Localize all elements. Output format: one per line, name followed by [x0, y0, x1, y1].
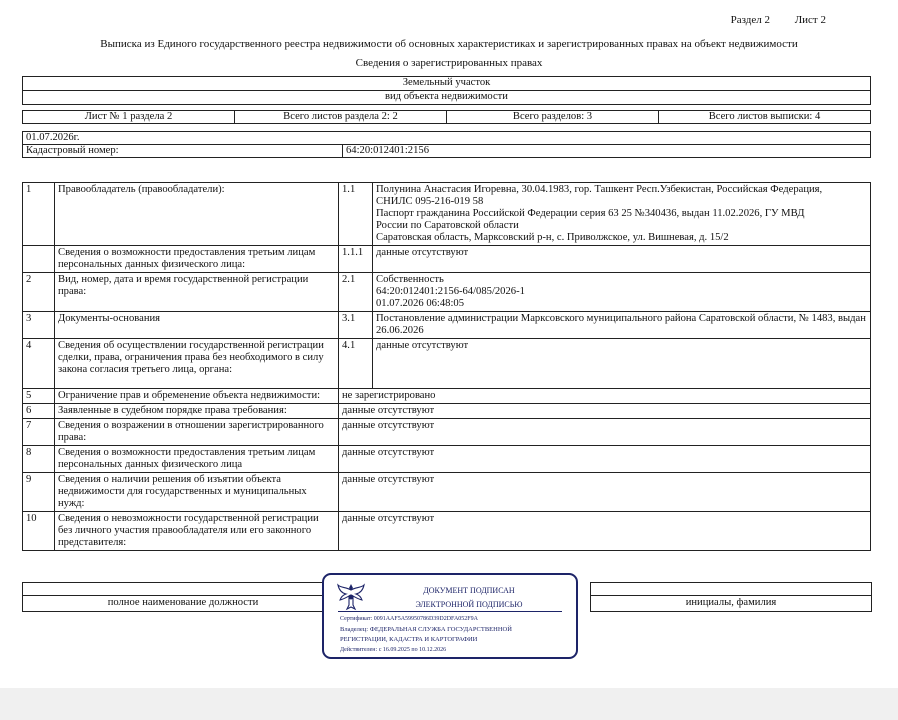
rights-table: 1 Правообладатель (правообладатели): 1.1…: [22, 182, 871, 551]
row-value: данные отсутствуют: [372, 245, 871, 273]
document-subtitle: Сведения о зарегистрированных правах: [355, 57, 543, 69]
stamp-validity: Действителен: с 16.09.2025 по 10.12.2026: [340, 647, 447, 653]
meta-table: 01.07.2026г. Кадастровый номер: 64:20:01…: [22, 131, 871, 158]
table-row: 8 Сведения о возможности предоставления …: [22, 445, 871, 473]
row-subnumber: 4.1: [338, 338, 373, 389]
object-type: Земельный участок: [22, 76, 871, 91]
row-value: данные отсутствуют: [338, 418, 871, 446]
stamp-owner-line1: Владелец: ФЕДЕРАЛЬНАЯ СЛУЖБА ГОСУДАРСТВЕ…: [340, 626, 512, 633]
row-label: Сведения об осуществлении государственно…: [54, 338, 339, 389]
row-subnumber: 1.1: [338, 182, 373, 246]
table-row: 5 Ограничение прав и обременение объекта…: [22, 388, 871, 404]
row-label: Сведения о возражении в отношении зареги…: [54, 418, 339, 446]
row-label: Вид, номер, дата и время государственной…: [54, 272, 339, 312]
table-row: 6 Заявленные в судебном порядке права тр…: [22, 403, 871, 419]
stamp-certificate: Сертификат: 0091AAF5A59950786D39D2DFA052…: [340, 616, 478, 622]
holder-passport-issuer: России по Саратовской области: [376, 220, 519, 231]
registration-datetime: 01.07.2026 06:48:05: [376, 298, 464, 309]
row-number: 3: [22, 311, 55, 339]
row-value: данные отсутствуют: [338, 403, 871, 419]
cadastral-number: 64:20:012401:2156: [342, 144, 871, 158]
table-row: 9 Сведения о наличии решения об изъятии …: [22, 472, 871, 512]
name-caption: инициалы, фамилия: [685, 597, 777, 608]
holder-address: Саратовская область, Марксовский р-н, с.…: [376, 232, 729, 243]
document-title: Выписка из Единого государственного реес…: [100, 38, 798, 50]
viewer-bottom-bar: [0, 688, 898, 720]
stamp-title-line2: ЭЛЕКТРОННОЙ ПОДПИСЬЮ: [415, 600, 523, 609]
name-box: инициалы, фамилия: [590, 582, 872, 612]
row-value: Постановление администрации Марксовского…: [372, 311, 871, 339]
table-row: 3 Документы-основания 3.1 Постановление …: [22, 311, 871, 339]
row-label: Сведения о возможности предоставления тр…: [54, 245, 339, 273]
sheet-of-section: Лист № 1 раздела 2: [22, 110, 235, 124]
total-sections: Всего разделов: 3: [446, 110, 659, 124]
row-subnumber: 2.1: [338, 272, 373, 312]
row-number: 7: [22, 418, 55, 446]
row-number: 4: [22, 338, 55, 389]
total-section-sheets: Всего листов раздела 2: 2: [234, 110, 447, 124]
row-value: данные отсутствуют: [338, 472, 871, 512]
row-number: 1: [22, 182, 55, 246]
sheet-label: Лист 2: [794, 14, 826, 26]
table-row: 7 Сведения о возражении в отношении заре…: [22, 418, 871, 446]
row-value: данные отсутствуют: [372, 338, 871, 389]
electronic-signature-stamp: ДОКУМЕНТ ПОДПИСАН ЭЛЕКТРОННОЙ ПОДПИСЬЮ С…: [322, 573, 578, 659]
total-extract-sheets: Всего листов выписки: 4: [658, 110, 871, 124]
page-header-right: Раздел 2 Лист 2: [709, 14, 826, 26]
right-type: Собственность: [376, 274, 444, 285]
stamp-title-line1: ДОКУМЕНТ ПОДПИСАН: [423, 586, 515, 595]
row-subnumber: 3.1: [338, 311, 373, 339]
row-number: 9: [22, 472, 55, 512]
holder-passport: Паспорт гражданина Российской Федерации …: [376, 208, 805, 219]
eagle-emblem-icon: [337, 583, 365, 611]
row-number: 8: [22, 445, 55, 473]
row-label: Ограничение прав и обременение объекта н…: [54, 388, 339, 404]
row-label: Сведения о невозможности государственной…: [54, 511, 339, 551]
table-row: Сведения о возможности предоставления тр…: [22, 245, 871, 273]
holder-name: Полунина Анастасия Игоревна, 30.04.1983,…: [376, 184, 823, 195]
row-label: Заявленные в судебном порядке права треб…: [54, 403, 339, 419]
right-holder: Полунина Анастасия Игоревна, 30.04.1983,…: [372, 182, 871, 246]
object-type-table: Земельный участок вид объекта недвижимос…: [22, 76, 871, 105]
table-row: 10 Сведения о невозможности государствен…: [22, 511, 871, 551]
table-row: 4 Сведения об осуществлении государствен…: [22, 338, 871, 389]
row-number: 10: [22, 511, 55, 551]
stamp-owner-line2: РЕГИСТРАЦИИ, КАДАСТРА И КАРТОГРАФИИ: [340, 636, 478, 643]
row-number: 2: [22, 272, 55, 312]
row-number: 5: [22, 388, 55, 404]
registration-number: 64:20:012401:2156-64/085/2026-1: [376, 286, 525, 297]
position-box: полное наименование должности: [22, 582, 344, 612]
section-label: Раздел 2: [730, 14, 770, 26]
cadastral-label: Кадастровый номер:: [22, 144, 343, 158]
row-value: данные отсутствуют: [338, 445, 871, 473]
row-label: Правообладатель (правообладатели):: [54, 182, 339, 246]
row-number: 6: [22, 403, 55, 419]
row-label: Документы-основания: [54, 311, 339, 339]
sheets-table: Лист № 1 раздела 2 Всего листов раздела …: [22, 110, 871, 124]
row-subnumber: 1.1.1: [338, 245, 373, 273]
position-caption: полное наименование должности: [107, 597, 259, 608]
registration-info: Собственность 64:20:012401:2156-64/085/2…: [372, 272, 871, 312]
extract-date: 01.07.2026г.: [22, 131, 871, 145]
row-label: Сведения о наличии решения об изъятии об…: [54, 472, 339, 512]
holder-snils: СНИЛС 095-216-019 58: [376, 196, 484, 207]
table-row: 1 Правообладатель (правообладатели): 1.1…: [22, 182, 871, 246]
row-value: не зарегистрировано: [338, 388, 871, 404]
object-type-caption: вид объекта недвижимости: [22, 90, 871, 105]
row-label: Сведения о возможности предоставления тр…: [54, 445, 339, 473]
table-row: 2 Вид, номер, дата и время государственн…: [22, 272, 871, 312]
row-value: данные отсутствуют: [338, 511, 871, 551]
